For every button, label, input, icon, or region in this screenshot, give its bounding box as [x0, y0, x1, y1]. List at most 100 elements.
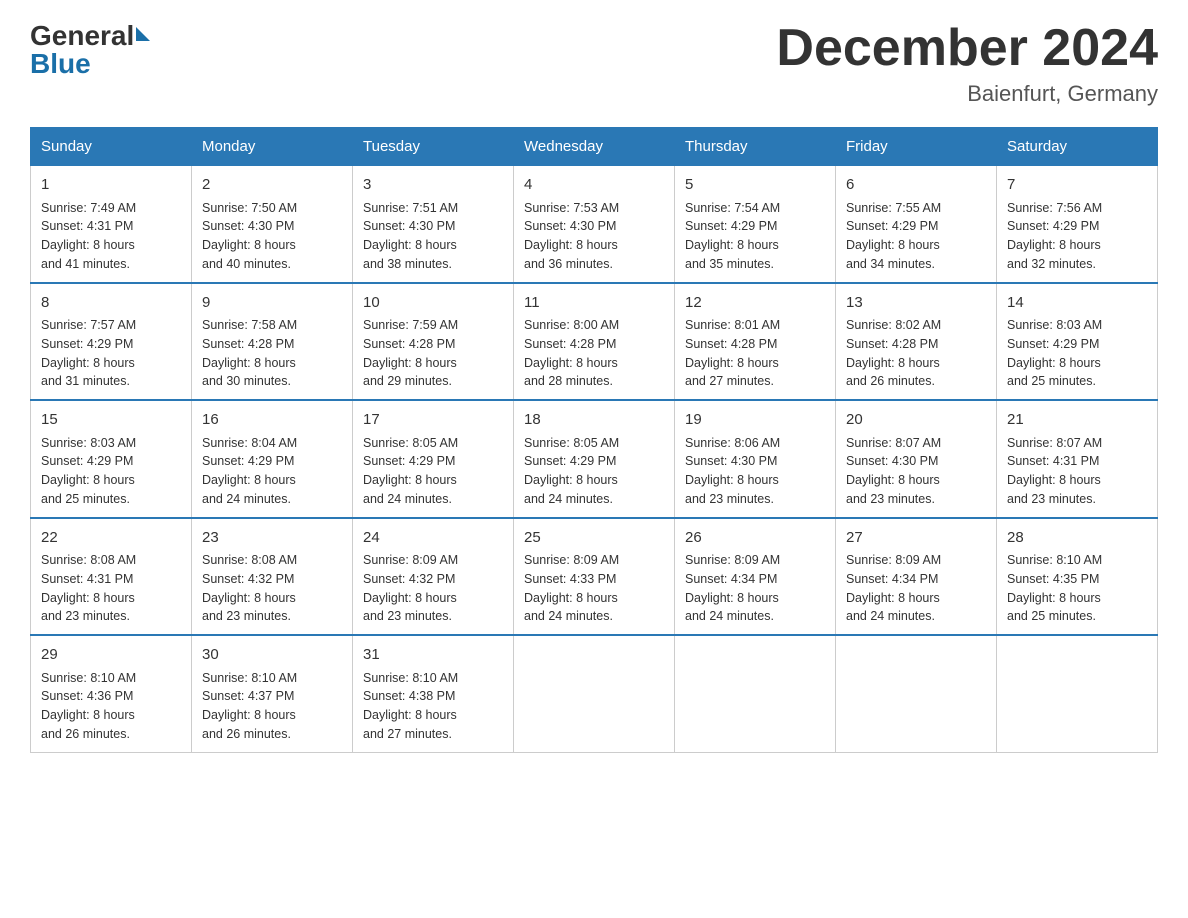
header-saturday: Saturday [997, 128, 1158, 166]
calendar-cell: 2Sunrise: 7:50 AMSunset: 4:30 PMDaylight… [192, 166, 353, 283]
day-number: 16 [202, 409, 342, 432]
logo-blue: Blue [30, 48, 91, 80]
day-number: 23 [202, 527, 342, 550]
day-number: 8 [41, 292, 181, 315]
day-info: Sunrise: 8:09 AMSunset: 4:34 PMDaylight:… [846, 551, 986, 626]
calendar-cell: 25Sunrise: 8:09 AMSunset: 4:33 PMDayligh… [514, 518, 675, 636]
day-info: Sunrise: 8:03 AMSunset: 4:29 PMDaylight:… [41, 434, 181, 509]
day-info: Sunrise: 8:09 AMSunset: 4:33 PMDaylight:… [524, 551, 664, 626]
day-number: 26 [685, 527, 825, 550]
calendar-week-row: 29Sunrise: 8:10 AMSunset: 4:36 PMDayligh… [31, 635, 1158, 752]
day-number: 19 [685, 409, 825, 432]
day-info: Sunrise: 8:02 AMSunset: 4:28 PMDaylight:… [846, 316, 986, 391]
day-info: Sunrise: 7:49 AMSunset: 4:31 PMDaylight:… [41, 199, 181, 274]
header-friday: Friday [836, 128, 997, 166]
calendar-cell: 14Sunrise: 8:03 AMSunset: 4:29 PMDayligh… [997, 283, 1158, 401]
calendar-cell: 19Sunrise: 8:06 AMSunset: 4:30 PMDayligh… [675, 400, 836, 518]
calendar-cell: 12Sunrise: 8:01 AMSunset: 4:28 PMDayligh… [675, 283, 836, 401]
calendar-cell: 18Sunrise: 8:05 AMSunset: 4:29 PMDayligh… [514, 400, 675, 518]
calendar-week-row: 22Sunrise: 8:08 AMSunset: 4:31 PMDayligh… [31, 518, 1158, 636]
day-number: 10 [363, 292, 503, 315]
day-info: Sunrise: 7:57 AMSunset: 4:29 PMDaylight:… [41, 316, 181, 391]
day-number: 1 [41, 174, 181, 197]
day-info: Sunrise: 8:05 AMSunset: 4:29 PMDaylight:… [524, 434, 664, 509]
day-number: 13 [846, 292, 986, 315]
day-number: 25 [524, 527, 664, 550]
logo-arrow-icon [136, 27, 150, 41]
day-number: 5 [685, 174, 825, 197]
calendar-cell: 6Sunrise: 7:55 AMSunset: 4:29 PMDaylight… [836, 166, 997, 283]
calendar-cell: 1Sunrise: 7:49 AMSunset: 4:31 PMDaylight… [31, 166, 192, 283]
day-info: Sunrise: 8:00 AMSunset: 4:28 PMDaylight:… [524, 316, 664, 391]
day-info: Sunrise: 7:56 AMSunset: 4:29 PMDaylight:… [1007, 199, 1147, 274]
calendar-cell [997, 635, 1158, 752]
day-number: 17 [363, 409, 503, 432]
day-number: 30 [202, 644, 342, 667]
calendar-cell: 15Sunrise: 8:03 AMSunset: 4:29 PMDayligh… [31, 400, 192, 518]
day-info: Sunrise: 8:07 AMSunset: 4:31 PMDaylight:… [1007, 434, 1147, 509]
header-wednesday: Wednesday [514, 128, 675, 166]
day-info: Sunrise: 8:10 AMSunset: 4:35 PMDaylight:… [1007, 551, 1147, 626]
calendar-cell: 7Sunrise: 7:56 AMSunset: 4:29 PMDaylight… [997, 166, 1158, 283]
calendar-cell: 23Sunrise: 8:08 AMSunset: 4:32 PMDayligh… [192, 518, 353, 636]
day-info: Sunrise: 7:51 AMSunset: 4:30 PMDaylight:… [363, 199, 503, 274]
calendar-cell [514, 635, 675, 752]
day-info: Sunrise: 8:09 AMSunset: 4:34 PMDaylight:… [685, 551, 825, 626]
calendar-cell: 4Sunrise: 7:53 AMSunset: 4:30 PMDaylight… [514, 166, 675, 283]
calendar-cell: 13Sunrise: 8:02 AMSunset: 4:28 PMDayligh… [836, 283, 997, 401]
calendar-cell: 20Sunrise: 8:07 AMSunset: 4:30 PMDayligh… [836, 400, 997, 518]
day-number: 21 [1007, 409, 1147, 432]
day-number: 18 [524, 409, 664, 432]
day-number: 6 [846, 174, 986, 197]
title-area: December 2024 Baienfurt, Germany [776, 20, 1158, 107]
header-monday: Monday [192, 128, 353, 166]
calendar-cell: 27Sunrise: 8:09 AMSunset: 4:34 PMDayligh… [836, 518, 997, 636]
calendar-cell: 16Sunrise: 8:04 AMSunset: 4:29 PMDayligh… [192, 400, 353, 518]
calendar-cell: 26Sunrise: 8:09 AMSunset: 4:34 PMDayligh… [675, 518, 836, 636]
header-tuesday: Tuesday [353, 128, 514, 166]
day-info: Sunrise: 7:58 AMSunset: 4:28 PMDaylight:… [202, 316, 342, 391]
calendar-week-row: 15Sunrise: 8:03 AMSunset: 4:29 PMDayligh… [31, 400, 1158, 518]
day-number: 9 [202, 292, 342, 315]
calendar-week-row: 1Sunrise: 7:49 AMSunset: 4:31 PMDaylight… [31, 166, 1158, 283]
page-header: General Blue December 2024 Baienfurt, Ge… [30, 20, 1158, 107]
day-info: Sunrise: 8:03 AMSunset: 4:29 PMDaylight:… [1007, 316, 1147, 391]
day-info: Sunrise: 8:09 AMSunset: 4:32 PMDaylight:… [363, 551, 503, 626]
location: Baienfurt, Germany [776, 81, 1158, 107]
day-info: Sunrise: 7:55 AMSunset: 4:29 PMDaylight:… [846, 199, 986, 274]
day-info: Sunrise: 8:10 AMSunset: 4:38 PMDaylight:… [363, 669, 503, 744]
calendar-week-row: 8Sunrise: 7:57 AMSunset: 4:29 PMDaylight… [31, 283, 1158, 401]
header-sunday: Sunday [31, 128, 192, 166]
calendar-cell: 30Sunrise: 8:10 AMSunset: 4:37 PMDayligh… [192, 635, 353, 752]
day-info: Sunrise: 8:10 AMSunset: 4:37 PMDaylight:… [202, 669, 342, 744]
calendar-table: SundayMondayTuesdayWednesdayThursdayFrid… [30, 127, 1158, 753]
day-number: 2 [202, 174, 342, 197]
day-number: 12 [685, 292, 825, 315]
calendar-cell: 31Sunrise: 8:10 AMSunset: 4:38 PMDayligh… [353, 635, 514, 752]
day-number: 15 [41, 409, 181, 432]
day-info: Sunrise: 7:50 AMSunset: 4:30 PMDaylight:… [202, 199, 342, 274]
day-info: Sunrise: 8:05 AMSunset: 4:29 PMDaylight:… [363, 434, 503, 509]
logo: General Blue [30, 20, 150, 80]
day-info: Sunrise: 8:01 AMSunset: 4:28 PMDaylight:… [685, 316, 825, 391]
month-title: December 2024 [776, 20, 1158, 77]
day-number: 31 [363, 644, 503, 667]
calendar-cell: 17Sunrise: 8:05 AMSunset: 4:29 PMDayligh… [353, 400, 514, 518]
day-info: Sunrise: 8:07 AMSunset: 4:30 PMDaylight:… [846, 434, 986, 509]
day-info: Sunrise: 8:04 AMSunset: 4:29 PMDaylight:… [202, 434, 342, 509]
day-info: Sunrise: 8:08 AMSunset: 4:32 PMDaylight:… [202, 551, 342, 626]
day-number: 27 [846, 527, 986, 550]
calendar-cell: 22Sunrise: 8:08 AMSunset: 4:31 PMDayligh… [31, 518, 192, 636]
day-info: Sunrise: 8:06 AMSunset: 4:30 PMDaylight:… [685, 434, 825, 509]
day-number: 28 [1007, 527, 1147, 550]
calendar-cell: 24Sunrise: 8:09 AMSunset: 4:32 PMDayligh… [353, 518, 514, 636]
calendar-cell: 9Sunrise: 7:58 AMSunset: 4:28 PMDaylight… [192, 283, 353, 401]
day-info: Sunrise: 7:54 AMSunset: 4:29 PMDaylight:… [685, 199, 825, 274]
day-number: 22 [41, 527, 181, 550]
calendar-cell: 28Sunrise: 8:10 AMSunset: 4:35 PMDayligh… [997, 518, 1158, 636]
calendar-cell [836, 635, 997, 752]
day-info: Sunrise: 7:53 AMSunset: 4:30 PMDaylight:… [524, 199, 664, 274]
calendar-cell: 21Sunrise: 8:07 AMSunset: 4:31 PMDayligh… [997, 400, 1158, 518]
calendar-cell: 5Sunrise: 7:54 AMSunset: 4:29 PMDaylight… [675, 166, 836, 283]
calendar-header-row: SundayMondayTuesdayWednesdayThursdayFrid… [31, 128, 1158, 166]
